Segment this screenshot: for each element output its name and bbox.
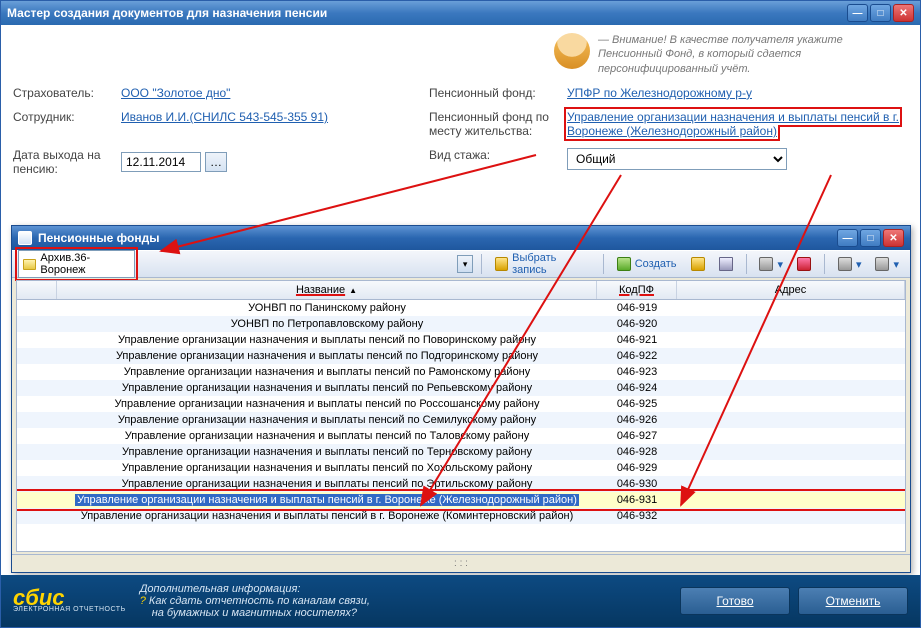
copy-button[interactable]	[714, 254, 738, 274]
close-button[interactable]: ✕	[893, 4, 914, 22]
print-button[interactable]: ▾	[833, 254, 867, 274]
print-icon	[838, 257, 852, 271]
edit-button[interactable]	[686, 254, 710, 274]
pension-funds-titlebar[interactable]: Пенсионные фонды — □ ✕	[12, 226, 910, 250]
employee-value[interactable]: Иванов И.И.(СНИЛС 543-545-355 91)	[121, 110, 328, 124]
inner-close-button[interactable]: ✕	[883, 229, 904, 247]
move-button[interactable]: ▾	[754, 254, 788, 274]
assistant-icon	[554, 33, 590, 69]
funds-grid: Название▲ КодПФ Адрес УОНВП по Панинском…	[16, 280, 906, 552]
archive-value: Архив.36-Воронеж	[40, 252, 130, 276]
copy-icon	[719, 257, 733, 271]
move-icon	[759, 257, 773, 271]
table-row[interactable]: Управление организации назначения и выпл…	[17, 476, 905, 492]
pf-value[interactable]: УПФР по Железнодорожному р-у	[567, 86, 752, 100]
settings-button[interactable]: ▾	[870, 254, 904, 274]
maximize-button[interactable]: □	[870, 4, 891, 22]
pension-funds-title: Пенсионные фонды	[38, 231, 159, 245]
archive-dropdown-button[interactable]: ▾	[457, 255, 472, 273]
delete-button[interactable]	[792, 254, 816, 274]
footer-info: Дополнительная информация: ? Как сдать о…	[140, 583, 370, 619]
plus-icon	[617, 257, 631, 271]
col-spacer[interactable]	[17, 281, 57, 299]
inner-statusbar: : : :	[12, 554, 910, 572]
pf-label: Пенсионный фонд:	[429, 86, 559, 100]
done-button[interactable]: Готово	[680, 587, 790, 615]
folder-icon	[23, 259, 36, 270]
table-row[interactable]: Управление организации назначения и выпл…	[17, 428, 905, 444]
inner-toolbar: Архив.36-Воронеж ▾ Выбрать запись Создат…	[12, 250, 910, 278]
grid-header: Название▲ КодПФ Адрес	[17, 281, 905, 300]
col-address[interactable]: Адрес	[677, 281, 905, 299]
wizard-hint: — Внимание! В качестве получателя укажит…	[13, 33, 908, 76]
table-row[interactable]: Управление организации назначения и выпл…	[17, 508, 905, 524]
table-row[interactable]: УОНВП по Панинскому району046-919	[17, 300, 905, 316]
wizard-window: Мастер создания документов для назначени…	[0, 0, 921, 628]
pension-funds-window: Пенсионные фонды — □ ✕ Архив.36-Воронеж …	[11, 225, 911, 573]
date-picker-button[interactable]: …	[205, 152, 227, 172]
grid-body[interactable]: УОНВП по Панинскому району046-919УОНВП п…	[17, 300, 905, 550]
pf-residence-value[interactable]: Управление организации назначения и выпл…	[567, 110, 899, 138]
sbis-logo: сбис ЭЛЕКТРОННАЯ ОТЧЕТНОСТЬ	[13, 589, 126, 612]
table-row[interactable]: Управление организации назначения и выпл…	[17, 332, 905, 348]
archive-selector[interactable]: Архив.36-Воронеж	[18, 250, 135, 278]
wizard-title: Мастер создания документов для назначени…	[7, 6, 327, 20]
inner-minimize-button[interactable]: —	[837, 229, 858, 247]
retire-date-input[interactable]	[121, 152, 201, 172]
gear-icon	[875, 257, 889, 271]
create-button[interactable]: Создать	[612, 254, 682, 274]
select-icon	[495, 257, 508, 271]
table-row[interactable]: Управление организации назначения и выпл…	[17, 492, 905, 508]
sort-asc-icon: ▲	[345, 286, 357, 295]
delete-icon	[797, 257, 811, 271]
wizard-body: — Внимание! В качестве получателя укажит…	[1, 25, 920, 575]
window-icon	[18, 231, 32, 245]
table-row[interactable]: Управление организации назначения и выпл…	[17, 396, 905, 412]
wizard-hint-text: — Внимание! В качестве получателя укажит…	[598, 33, 908, 76]
table-row[interactable]: Управление организации назначения и выпл…	[17, 380, 905, 396]
pf-residence-label: Пенсионный фонд по месту жительства:	[429, 110, 559, 138]
footer-link-2[interactable]: на бумажных и магнитных носителях?	[152, 607, 357, 619]
stazh-select[interactable]: Общий	[567, 148, 787, 170]
inner-maximize-button[interactable]: □	[860, 229, 881, 247]
insurer-value[interactable]: ООО "Золотое дно"	[121, 86, 230, 100]
edit-icon	[691, 257, 705, 271]
table-row[interactable]: Управление организации назначения и выпл…	[17, 412, 905, 428]
insurer-label: Страхователь:	[13, 86, 113, 100]
table-row[interactable]: Управление организации назначения и выпл…	[17, 364, 905, 380]
minimize-button[interactable]: —	[847, 4, 868, 22]
wizard-footer: сбис ЭЛЕКТРОННАЯ ОТЧЕТНОСТЬ Дополнительн…	[1, 575, 920, 627]
stazh-label: Вид стажа:	[429, 148, 559, 176]
select-record-button[interactable]: Выбрать запись	[490, 249, 595, 279]
wizard-titlebar[interactable]: Мастер создания документов для назначени…	[1, 1, 920, 25]
col-code[interactable]: КодПФ	[597, 281, 677, 299]
table-row[interactable]: Управление организации назначения и выпл…	[17, 348, 905, 364]
table-row[interactable]: Управление организации назначения и выпл…	[17, 444, 905, 460]
employee-label: Сотрудник:	[13, 110, 113, 138]
cancel-button[interactable]: Отменить	[798, 587, 908, 615]
retire-date-label: Дата выхода на пенсию:	[13, 148, 113, 176]
footer-link-1[interactable]: Как сдать отчетность по каналам связи,	[149, 595, 370, 607]
table-row[interactable]: УОНВП по Петропавловскому району046-920	[17, 316, 905, 332]
form-grid: Страхователь: ООО "Золотое дно" Пенсионн…	[13, 86, 908, 176]
table-row[interactable]: Управление организации назначения и выпл…	[17, 460, 905, 476]
col-name[interactable]: Название▲	[57, 281, 597, 299]
